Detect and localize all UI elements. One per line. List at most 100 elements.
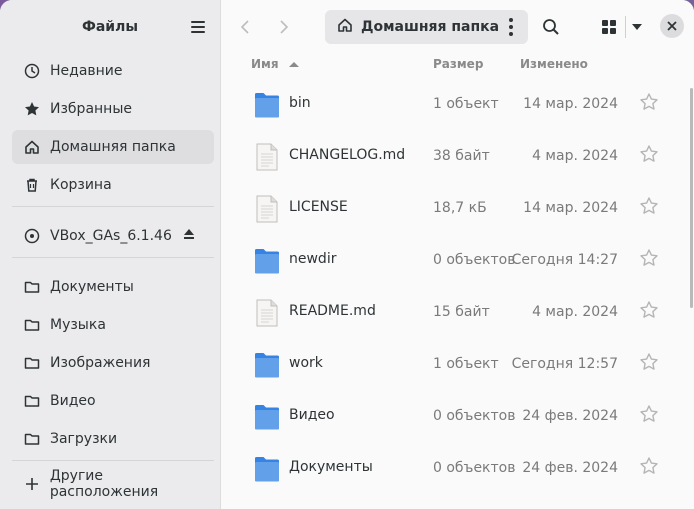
clock-icon bbox=[24, 63, 40, 79]
sidebar-item-label: Другие расположения bbox=[49, 468, 159, 500]
file-size: 0 объектов bbox=[433, 408, 516, 424]
column-header-modified[interactable]: Изменено bbox=[520, 57, 588, 71]
sidebar-item-документы[interactable]: Документы bbox=[12, 270, 214, 304]
folder-icon bbox=[254, 403, 280, 431]
star-icon[interactable] bbox=[639, 196, 659, 216]
eject-icon[interactable] bbox=[182, 227, 196, 245]
path-menu-button[interactable] bbox=[498, 14, 524, 40]
divider bbox=[12, 206, 214, 207]
file-size: 1 объект bbox=[433, 96, 499, 112]
sidebar-item-избранные[interactable]: Избранные bbox=[12, 92, 214, 126]
sidebar-item-label: Загрузки bbox=[50, 431, 118, 447]
sidebar-item-label: Музыка bbox=[50, 317, 106, 333]
file-row[interactable]: CHANGELOG.md 38 байт 4 мар. 2024 bbox=[221, 143, 694, 196]
folder-icon bbox=[24, 355, 40, 371]
sidebar-item-видео[interactable]: Видео bbox=[12, 384, 214, 418]
star-icon[interactable] bbox=[639, 248, 659, 268]
sidebar-item-загрузки[interactable]: Загрузки bbox=[12, 422, 214, 456]
sidebar-item-корзина[interactable]: Корзина bbox=[12, 168, 214, 202]
file-row[interactable]: Видео 0 объектов 24 фев. 2024 bbox=[221, 404, 694, 456]
sidebar-devices: VBox_GAs_6.1.46 bbox=[0, 219, 220, 253]
file-row[interactable]: newdir 0 объектов Сегодня 14:27 bbox=[221, 248, 694, 300]
sidebar-item-музыка[interactable]: Музыка bbox=[12, 308, 214, 342]
file-size: 15 байт bbox=[433, 304, 490, 320]
sidebar-item-домашняя-папка[interactable]: Домашняя папка bbox=[12, 130, 214, 164]
sidebar-item-label: Избранные bbox=[50, 101, 132, 117]
star-icon[interactable] bbox=[639, 352, 659, 372]
file-modified: 4 мар. 2024 bbox=[532, 148, 618, 164]
sidebar-item-недавние[interactable]: Недавние bbox=[12, 54, 214, 88]
view-options-button[interactable] bbox=[624, 14, 650, 40]
file-name: bin bbox=[289, 95, 311, 111]
sidebar-places: Недавние Избранные Домашняя папка Корзина bbox=[0, 54, 220, 202]
grid-view-button[interactable] bbox=[596, 14, 622, 40]
star-icon[interactable] bbox=[639, 404, 659, 424]
file-row[interactable]: work 1 объект Сегодня 12:57 bbox=[221, 352, 694, 404]
file-modified: Сегодня 12:57 bbox=[511, 356, 618, 372]
path-bar[interactable]: Домашняя папка bbox=[325, 10, 528, 44]
divider bbox=[12, 257, 214, 258]
text-file-icon bbox=[254, 143, 280, 171]
sidebar-item-vbox-gas-6-1-46[interactable]: VBox_GAs_6.1.46 bbox=[12, 219, 214, 253]
chevron-right-icon bbox=[280, 20, 289, 34]
file-size: 38 байт bbox=[433, 148, 490, 164]
sidebar-header: Файлы bbox=[0, 0, 220, 54]
sidebar-item-label: Корзина bbox=[50, 177, 112, 193]
file-modified: 14 мар. 2024 bbox=[523, 200, 618, 216]
sort-ascending-icon bbox=[288, 62, 299, 67]
vertical-ellipsis-icon bbox=[509, 18, 513, 22]
file-size: 18,7 кБ bbox=[433, 200, 487, 216]
star-icon[interactable] bbox=[639, 456, 659, 476]
search-button[interactable] bbox=[538, 14, 564, 40]
main-menu-button[interactable] bbox=[186, 16, 210, 38]
folder-icon bbox=[24, 393, 40, 409]
file-name: newdir bbox=[289, 251, 337, 267]
file-name: CHANGELOG.md bbox=[289, 147, 406, 163]
sidebar: Файлы Недавние Избранные Домашняя папка Кор… bbox=[0, 0, 221, 509]
column-header-size[interactable]: Размер bbox=[433, 57, 483, 71]
file-row[interactable]: LICENSE 18,7 кБ 14 мар. 2024 bbox=[221, 195, 694, 248]
hamburger-icon bbox=[191, 21, 205, 23]
sidebar-item-label: Недавние bbox=[50, 63, 123, 79]
close-icon bbox=[667, 21, 677, 31]
scrollbar[interactable] bbox=[690, 88, 693, 308]
sidebar-item-other-locations[interactable]: Другие расположения bbox=[12, 467, 214, 501]
grid-icon bbox=[602, 20, 616, 34]
close-button[interactable] bbox=[660, 14, 684, 38]
back-button[interactable] bbox=[232, 14, 258, 40]
sidebar-item-изображения[interactable]: Изображения bbox=[12, 346, 214, 380]
file-row[interactable]: README.md 15 байт 4 мар. 2024 bbox=[221, 299, 694, 352]
file-row[interactable]: bin 1 объект 14 мар. 2024 bbox=[221, 92, 694, 144]
file-row[interactable]: Документы 0 объектов 24 фев. 2024 bbox=[221, 456, 694, 508]
star-icon[interactable] bbox=[639, 300, 659, 320]
chevron-left-icon bbox=[240, 20, 249, 34]
folder-icon bbox=[24, 431, 40, 447]
folder-icon bbox=[254, 351, 280, 379]
folder-icon bbox=[254, 247, 280, 275]
sidebar-item-label: Домашняя папка bbox=[50, 139, 176, 155]
file-size: 1 объект bbox=[433, 356, 499, 372]
file-modified: 4 мар. 2024 bbox=[532, 304, 618, 320]
chevron-down-icon bbox=[632, 24, 642, 30]
sidebar-item-label: Видео bbox=[50, 393, 96, 409]
forward-button[interactable] bbox=[271, 14, 297, 40]
star-icon bbox=[24, 101, 40, 117]
main-pane: Домашняя папка Имя Размер Изменено bin 1… bbox=[221, 0, 694, 509]
sidebar-item-label: Изображения bbox=[50, 355, 151, 371]
header-bar: Домашняя папка bbox=[221, 0, 694, 54]
file-modified: Сегодня 14:27 bbox=[511, 252, 618, 268]
column-header-name[interactable]: Имя bbox=[251, 57, 299, 71]
divider bbox=[12, 460, 214, 461]
folder-icon bbox=[24, 317, 40, 333]
star-icon[interactable] bbox=[639, 92, 659, 112]
plus-icon bbox=[24, 476, 40, 492]
file-modified: 24 фев. 2024 bbox=[522, 408, 618, 424]
folder-icon bbox=[254, 455, 280, 483]
file-modified: 24 фев. 2024 bbox=[522, 460, 618, 476]
sidebar-bookmarks: Документы Музыка Изображения Видео Загрузки bbox=[0, 270, 220, 456]
folder-icon bbox=[24, 279, 40, 295]
text-file-icon bbox=[254, 299, 280, 327]
path-label: Домашняя папка bbox=[361, 19, 500, 35]
star-icon[interactable] bbox=[639, 144, 659, 164]
file-name: LICENSE bbox=[289, 199, 348, 215]
